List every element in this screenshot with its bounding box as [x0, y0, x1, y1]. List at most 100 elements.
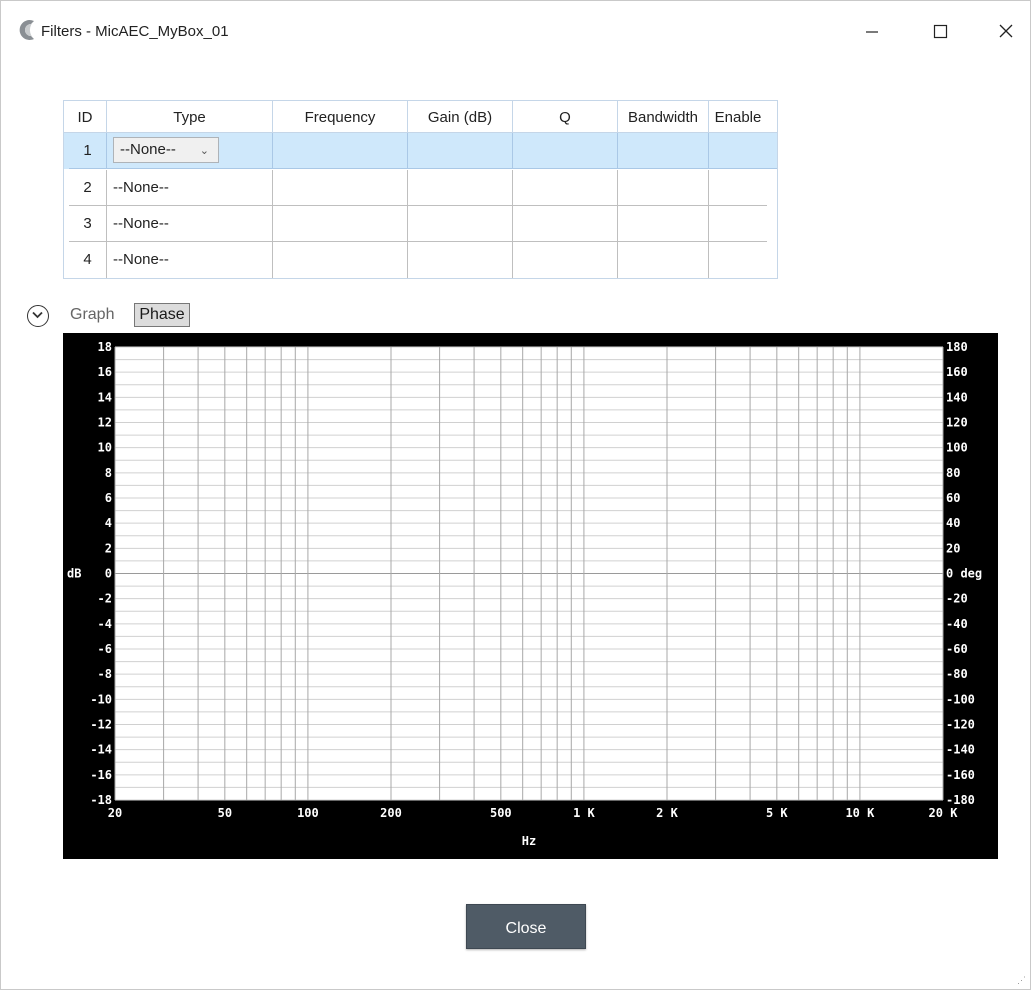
x-tick-label: 100 [297, 806, 319, 820]
q-cell[interactable] [513, 206, 618, 242]
y-tick-label: -12 [90, 718, 112, 732]
row-id: 2 [69, 170, 107, 206]
x-tick-label: 50 [218, 806, 232, 820]
column-header-gain[interactable]: Gain (dB) [408, 101, 513, 132]
chart-svg: 181614121086420-2-4-6-8-10-12-14-16-18dB… [67, 340, 982, 848]
y2-tick-label: -80 [946, 667, 968, 681]
close-button[interactable]: Close [466, 904, 586, 949]
y2-tick-label: -160 [946, 768, 975, 782]
bandwidth-cell[interactable] [618, 242, 709, 278]
y-tick-label: 8 [105, 466, 112, 480]
x-axis-label: Hz [522, 834, 536, 848]
table-row[interactable]: 2 --None-- [64, 170, 777, 206]
table-row[interactable]: 4 --None-- [64, 242, 777, 278]
x-tick-label: 1 K [573, 806, 595, 820]
y-tick-label: -18 [90, 793, 112, 807]
type-dropdown-value: --None-- [120, 141, 176, 158]
minimize-icon[interactable] [849, 9, 895, 53]
y-tick-label: 18 [98, 340, 112, 354]
y2-tick-label: -100 [946, 692, 975, 706]
y-tick-label: 2 [105, 541, 112, 555]
y2-tick-label: 20 [946, 541, 960, 555]
graph-label: Graph [70, 306, 115, 323]
close-icon[interactable] [983, 9, 1029, 53]
y2-tick-label: 160 [946, 365, 968, 379]
y2-tick-label: -180 [946, 793, 975, 807]
row-id: 1 [69, 133, 107, 169]
y2-tick-label: 180 [946, 340, 968, 354]
frequency-cell[interactable] [273, 170, 408, 206]
bandwidth-cell[interactable] [618, 170, 709, 206]
gain-cell[interactable] [408, 170, 513, 206]
type-cell[interactable]: --None-- [107, 206, 273, 242]
frequency-cell[interactable] [273, 133, 408, 169]
frequency-cell[interactable] [273, 242, 408, 278]
y-tick-label: -4 [98, 617, 112, 631]
filter-grid: ID Type Frequency Gain (dB) Q Bandwidth … [63, 100, 778, 279]
type-cell[interactable]: --None-- [107, 242, 273, 278]
y-tick-label: -2 [98, 592, 112, 606]
table-row[interactable]: 3 --None-- [64, 206, 777, 242]
x-tick-label: 5 K [766, 806, 788, 820]
frequency-cell[interactable] [273, 206, 408, 242]
enable-cell[interactable] [709, 242, 767, 278]
enable-cell[interactable] [709, 133, 777, 169]
y-tick-label: -8 [98, 667, 112, 681]
column-header-type[interactable]: Type [107, 101, 273, 132]
title-bar[interactable]: Filters - MicAEC_MyBox_01 [1, 1, 1030, 61]
y2-tick-label: 0 deg [946, 567, 982, 581]
y2-tick-label: 40 [946, 516, 960, 530]
column-header-id[interactable]: ID [64, 101, 107, 132]
y2-tick-label: 140 [946, 390, 968, 404]
y2-tick-label: -140 [946, 743, 975, 757]
y-axis-label: dB [67, 567, 81, 581]
y-tick-label: 4 [105, 516, 112, 530]
phase-button[interactable]: Phase [134, 303, 190, 327]
y-tick-label: 14 [98, 390, 112, 404]
column-header-frequency[interactable]: Frequency [273, 101, 408, 132]
y-tick-label: -6 [98, 642, 112, 656]
y-tick-label: -14 [90, 743, 112, 757]
x-tick-label: 10 K [845, 806, 875, 820]
y2-tick-label: -20 [946, 592, 968, 606]
type-cell[interactable]: --None-- [107, 170, 273, 206]
q-cell[interactable] [513, 133, 618, 169]
bandwidth-cell[interactable] [618, 133, 709, 169]
gain-cell[interactable] [408, 133, 513, 169]
window-title: Filters - MicAEC_MyBox_01 [41, 23, 229, 40]
column-header-q[interactable]: Q [513, 101, 618, 132]
y2-tick-label: -60 [946, 642, 968, 656]
gain-cell[interactable] [408, 206, 513, 242]
resize-grip-icon[interactable]: ⋰ [1017, 975, 1026, 986]
y2-tick-label: 80 [946, 466, 960, 480]
y-tick-label: 10 [98, 441, 112, 455]
chevron-down-circle-icon[interactable] [27, 305, 49, 327]
app-logo-c-icon [16, 19, 38, 41]
enable-cell[interactable] [709, 170, 767, 206]
filters-window: Filters - MicAEC_MyBox_01 ID Type Freque… [0, 0, 1031, 990]
frequency-response-chart[interactable]: 18 16 14 12 10 8 6 4 2 0 -2 -4 -6 -8 -10 -12 -14 -16 -18 dB… [63, 333, 998, 859]
q-cell[interactable] [513, 242, 618, 278]
y-tick-label: -10 [90, 692, 112, 706]
x-tick-label: 200 [380, 806, 402, 820]
row-id: 4 [69, 242, 107, 278]
x-tick-label: 20 [108, 806, 122, 820]
type-cell: --None-- ⌄ [107, 133, 273, 169]
bandwidth-cell[interactable] [618, 206, 709, 242]
y-tick-label: 16 [98, 365, 112, 379]
y-tick-label: 12 [98, 416, 112, 430]
column-header-bandwidth[interactable]: Bandwidth [618, 101, 709, 132]
gain-cell[interactable] [408, 242, 513, 278]
y2-tick-label: 120 [946, 416, 968, 430]
x-tick-label: 20 K [929, 806, 959, 820]
y-tick-label: 0 [105, 567, 112, 581]
q-cell[interactable] [513, 170, 618, 206]
type-dropdown[interactable]: --None-- ⌄ [113, 137, 219, 163]
y-tick-label: -16 [90, 768, 112, 782]
y2-tick-label: -120 [946, 718, 975, 732]
table-row[interactable]: 1 --None-- ⌄ [64, 133, 777, 169]
column-header-enable[interactable]: Enable [709, 101, 767, 132]
x-tick-label: 2 K [656, 806, 678, 820]
enable-cell[interactable] [709, 206, 767, 242]
maximize-icon[interactable] [917, 9, 963, 53]
